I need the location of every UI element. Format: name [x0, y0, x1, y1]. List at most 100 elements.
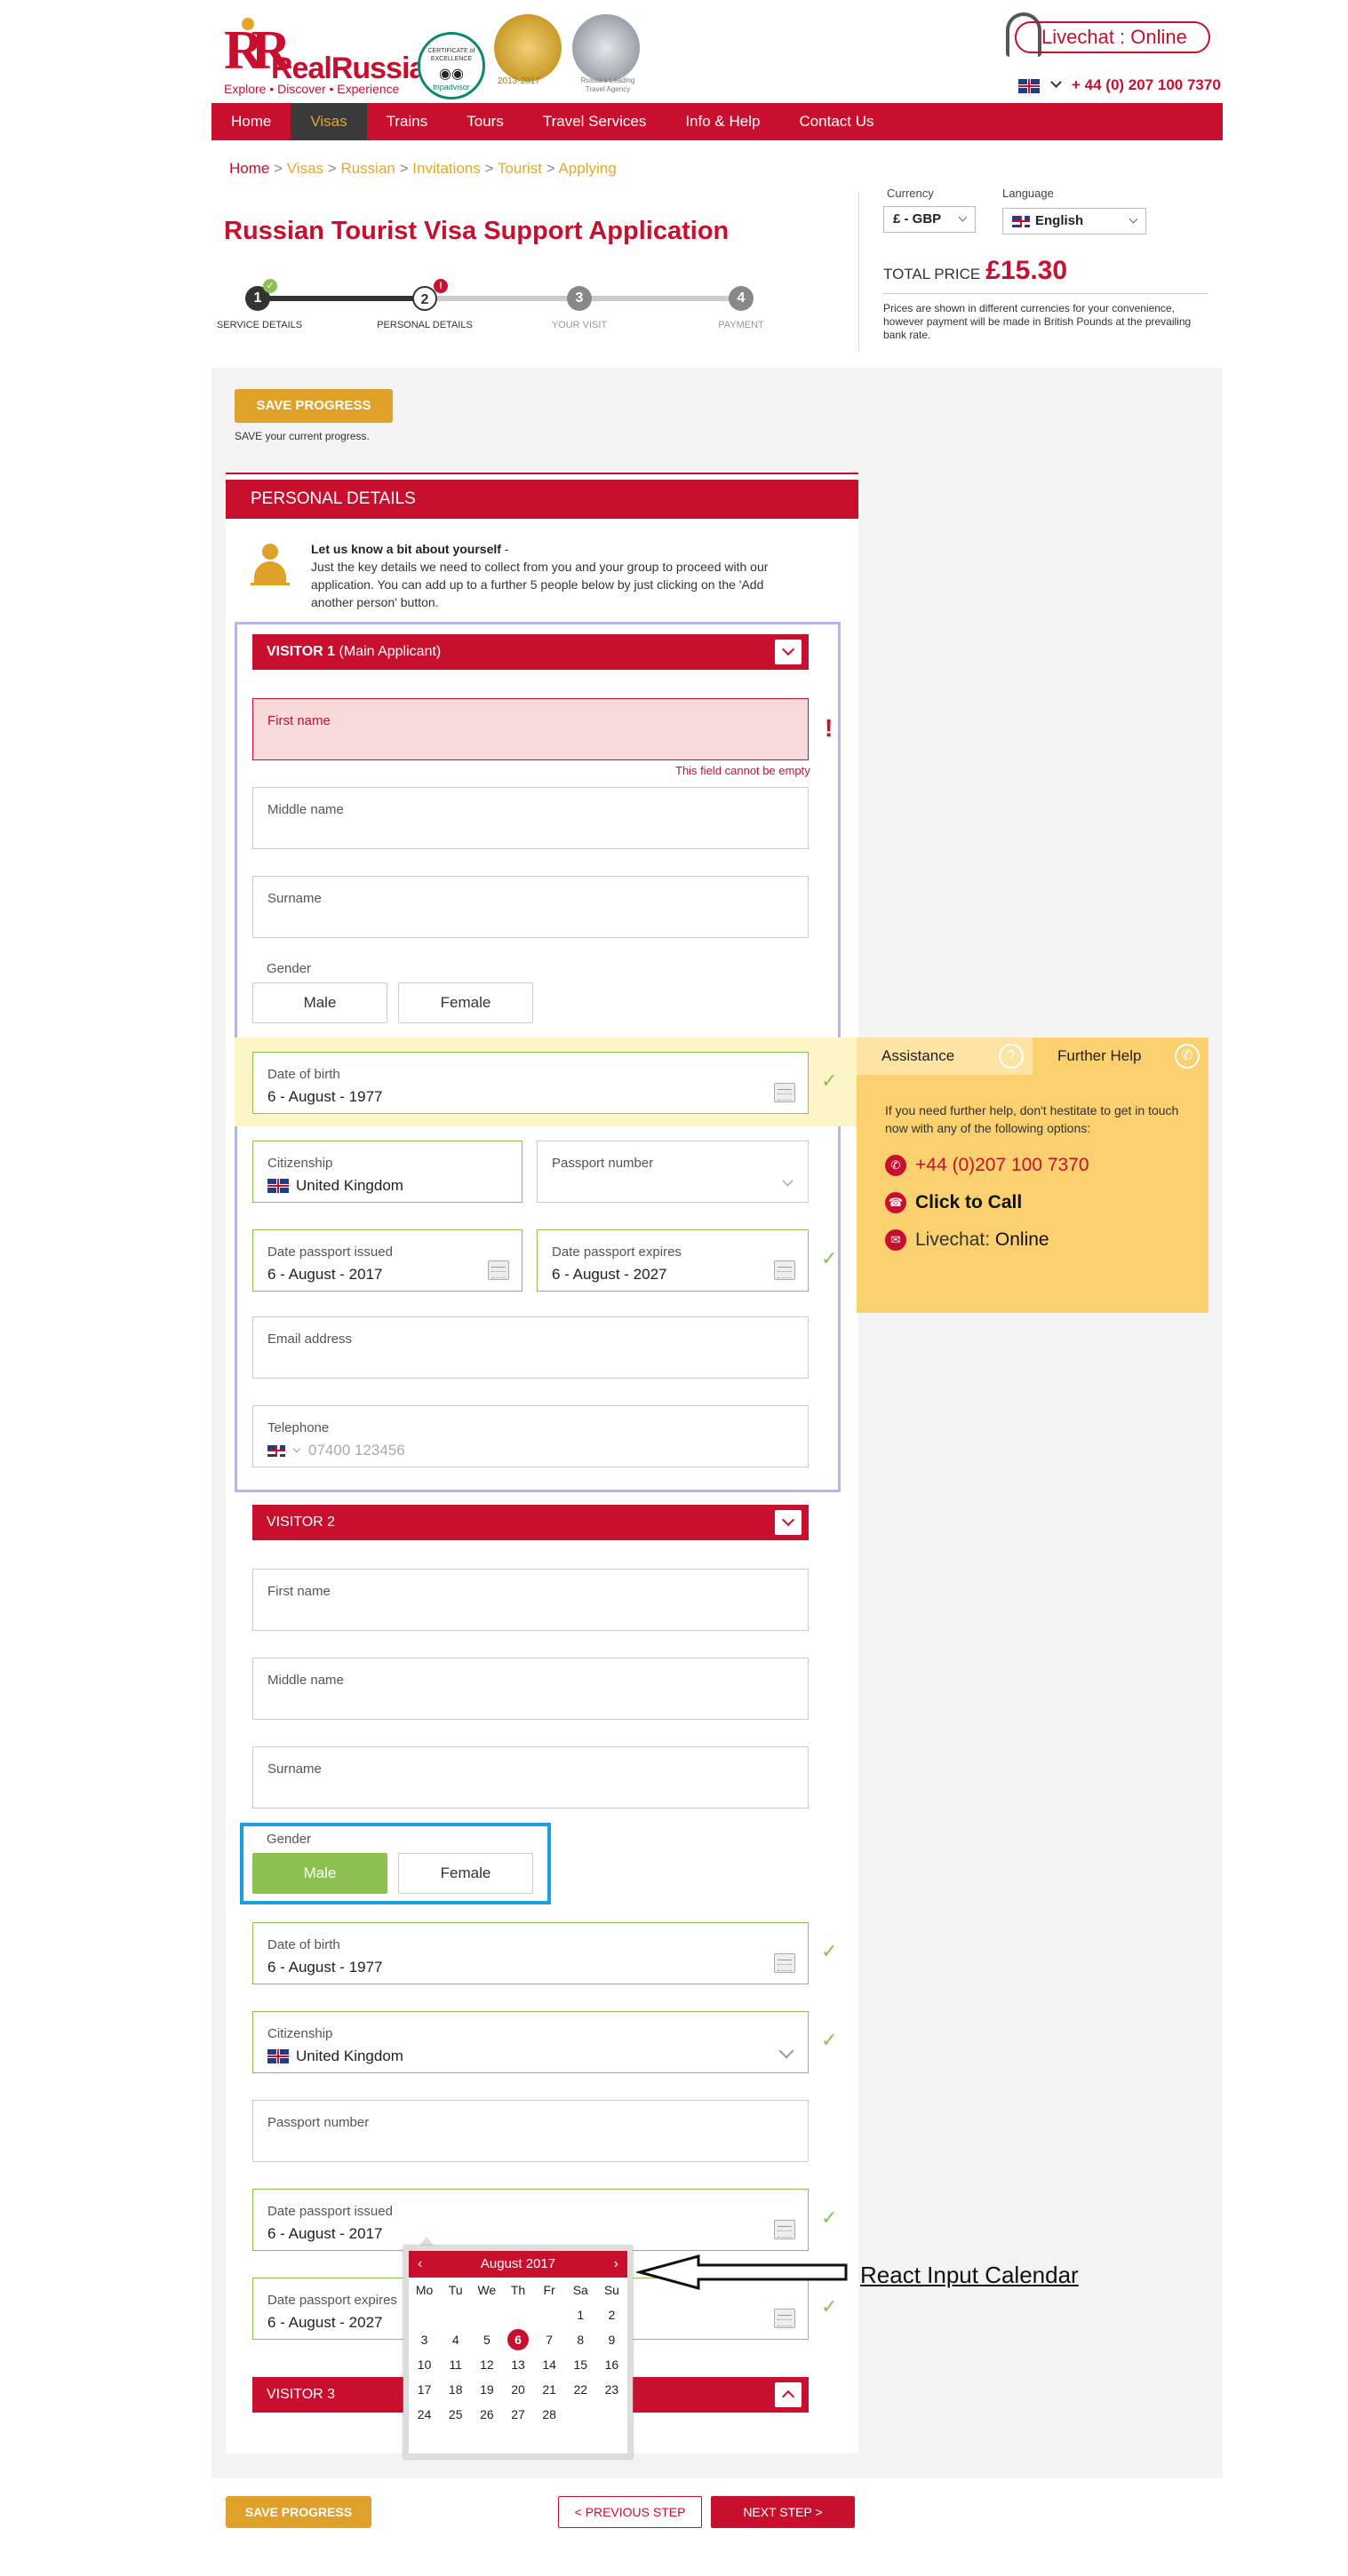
header-phone[interactable]: + 44 (0) 207 100 7370 [1072, 76, 1221, 94]
expires-value: 6 - August - 2027 [267, 2314, 383, 2331]
chevron-down-icon[interactable] [1050, 76, 1062, 88]
visitor-1-middle-name-input[interactable]: Middle name [252, 787, 809, 849]
livechat-button[interactable]: Livechat : Online [1015, 21, 1210, 53]
calendar-day[interactable]: 16 [596, 2352, 627, 2377]
calendar-day[interactable]: 7 [534, 2327, 565, 2352]
calendar-day[interactable]: 28 [534, 2402, 565, 2427]
currency-select[interactable]: £ - GBP [883, 206, 976, 233]
calendar-day[interactable]: 24 [409, 2402, 440, 2427]
calendar-day[interactable]: 14 [534, 2352, 565, 2377]
calendar-day[interactable]: 1 [565, 2302, 596, 2327]
calendar-day[interactable]: 25 [440, 2402, 471, 2427]
calendar-day[interactable]: 6 [502, 2327, 533, 2352]
visitor-1-gender-male-button[interactable]: Male [252, 982, 387, 1023]
total-price: TOTAL PRICE £15.30 [883, 256, 1067, 286]
calendar-icon[interactable] [774, 2309, 795, 2328]
calendar-prev-button[interactable]: ‹ [418, 2251, 422, 2278]
calendar-weekday: Tu [448, 2283, 463, 2297]
breadcrumb-russian[interactable]: Russian [340, 160, 395, 177]
contact-livechat[interactable]: ✉ Livechat: Online [885, 1229, 1049, 1251]
calendar-icon[interactable] [774, 1260, 795, 1280]
visitor-1-surname-input[interactable]: Surname [252, 876, 809, 938]
nav-contact-us[interactable]: Contact Us [779, 103, 893, 140]
calendar-day[interactable]: 3 [409, 2327, 440, 2352]
visitor-1-issued-input[interactable]: Date passport issued 6 - August - 2017 [252, 1229, 522, 1292]
save-progress-button[interactable]: SAVE PROGRESS [235, 389, 393, 423]
calendar-day[interactable]: 22 [565, 2377, 596, 2402]
calendar-day[interactable]: 9 [596, 2327, 627, 2352]
next-step-button[interactable]: NEXT STEP > [711, 2496, 855, 2528]
visitor-2-header[interactable]: VISITOR 2 [252, 1505, 809, 1540]
calendar-day-number: 11 [449, 2357, 462, 2372]
visitor-2-gender-female-button[interactable]: Female [398, 1853, 533, 1894]
step-2-label: PERSONAL DETAILS [377, 320, 473, 330]
breadcrumb-tourist[interactable]: Tourist [498, 160, 542, 177]
visitor-1-expires-input[interactable]: Date passport expires 6 - August - 2027 [537, 1229, 809, 1292]
calendar-day[interactable]: 13 [502, 2352, 533, 2377]
calendar-day[interactable]: 8 [565, 2327, 596, 2352]
visitor-2-first-name-input[interactable]: First name [252, 1569, 809, 1631]
visitor-2-surname-input[interactable]: Surname [252, 1746, 809, 1809]
previous-step-button[interactable]: < PREVIOUS STEP [558, 2496, 702, 2528]
calendar-day[interactable]: 17 [409, 2377, 440, 2402]
calendar-next-button[interactable]: › [614, 2251, 618, 2278]
calendar-day[interactable]: 10 [409, 2352, 440, 2377]
step-2-circle[interactable]: 2 [412, 286, 437, 311]
calendar-icon[interactable] [774, 1083, 795, 1102]
visitor-2-collapse-button[interactable] [775, 1510, 802, 1535]
footer-save-progress-button[interactable]: SAVE PROGRESS [226, 2496, 371, 2528]
calendar-day[interactable]: 12 [471, 2352, 502, 2377]
visitor-1-header[interactable]: VISITOR 1 (Main Applicant) [252, 634, 809, 670]
calendar-day[interactable]: 20 [502, 2377, 533, 2402]
breadcrumb-home[interactable]: Home [229, 160, 269, 177]
visitor-2-issued-input[interactable]: Date passport issued 6 - August - 2017 [252, 2189, 809, 2251]
visitor-2-passport-input[interactable]: Passport number [252, 2100, 809, 2162]
visitor-2-gender-male-button[interactable]: Male [252, 1853, 387, 1894]
nav-travel-services[interactable]: Travel Services [523, 103, 666, 140]
calendar-day[interactable]: 21 [534, 2377, 565, 2402]
visitor-1-first-name-input[interactable]: First name [252, 698, 809, 760]
chevron-down-icon[interactable] [292, 1444, 301, 1453]
breadcrumb-visas[interactable]: Visas [287, 160, 323, 177]
calendar-day[interactable]: 27 [502, 2402, 533, 2427]
uk-flag-icon[interactable] [1018, 78, 1040, 94]
visitor-1-collapse-button[interactable] [775, 640, 802, 664]
uk-flag-icon[interactable] [267, 1444, 285, 1457]
calendar-icon[interactable] [774, 1953, 795, 1973]
nav-home[interactable]: Home [211, 103, 291, 140]
visitor-3-expand-button[interactable] [775, 2382, 802, 2407]
visitor-2-dob-input[interactable]: Date of birth 6 - August - 1977 [252, 1922, 809, 1984]
visitor-1-dob-input[interactable]: Date of birth 6 - August - 1977 [252, 1052, 809, 1114]
calendar-day[interactable]: 5 [471, 2327, 502, 2352]
calendar-icon[interactable] [774, 2220, 795, 2239]
calendar-day[interactable]: 26 [471, 2402, 502, 2427]
calendar-day-number: 13 [511, 2357, 525, 2372]
visitor-2-middle-name-input[interactable]: Middle name [252, 1658, 809, 1720]
calendar-day[interactable]: 11 [440, 2352, 471, 2377]
nav-trains[interactable]: Trains [367, 103, 448, 140]
calendar-icon[interactable] [488, 1260, 509, 1280]
visitor-1-telephone-input[interactable]: Telephone 07400 123456 [252, 1405, 809, 1467]
visitor-1-citizenship-select[interactable]: Citizenship United Kingdom [252, 1141, 522, 1203]
calendar-day[interactable]: 4 [440, 2327, 471, 2352]
calendar-day[interactable]: 19 [471, 2377, 502, 2402]
visitor-1-passport-input[interactable]: Passport number [537, 1141, 809, 1203]
calendar-day[interactable]: 18 [440, 2377, 471, 2402]
contact-phone[interactable]: ✆ +44 (0)207 100 7370 [885, 1155, 1089, 1176]
visitor-1-gender-female-button[interactable]: Female [398, 982, 533, 1023]
visitor-2-citizenship-select[interactable]: Citizenship United Kingdom [252, 2011, 809, 2073]
contact-click-to-call[interactable]: ☎ Click to Call [885, 1192, 1022, 1213]
nav-info-help[interactable]: Info & Help [666, 103, 779, 140]
nav-tours[interactable]: Tours [447, 103, 523, 140]
expires-label: Date passport expires [552, 1244, 682, 1260]
visitor-1-email-input[interactable]: Email address [252, 1316, 809, 1379]
calendar-weekday: Su [603, 2283, 619, 2297]
calendar-day-number: 19 [480, 2382, 494, 2397]
language-select[interactable]: English [1002, 208, 1146, 235]
breadcrumb-invitations[interactable]: Invitations [412, 160, 481, 177]
nav-visas[interactable]: Visas [291, 103, 367, 140]
calendar-day[interactable]: 23 [596, 2377, 627, 2402]
breadcrumb-applying: Applying [558, 160, 617, 177]
calendar-day[interactable]: 15 [565, 2352, 596, 2377]
calendar-day[interactable]: 2 [596, 2302, 627, 2327]
